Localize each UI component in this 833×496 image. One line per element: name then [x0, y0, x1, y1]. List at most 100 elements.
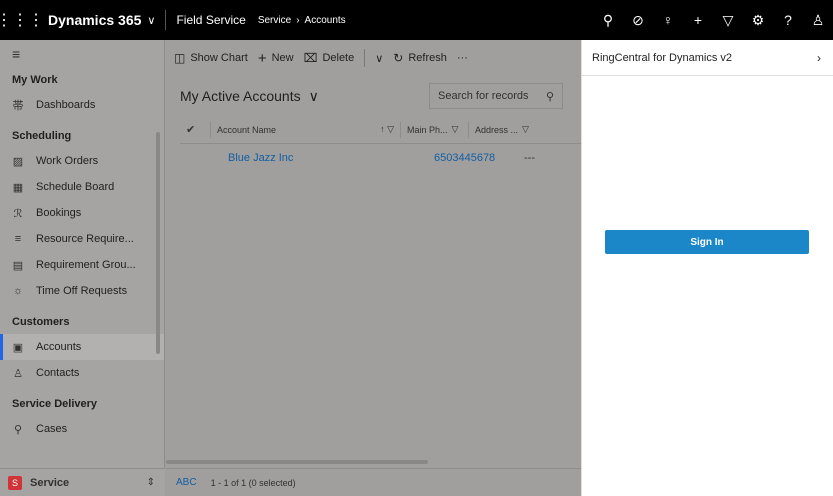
trash-icon: ⌧: [303, 51, 318, 65]
refresh-icon: ↻: [393, 51, 404, 65]
sidebar-item-requirement-groups[interactable]: ▤ Requirement Grou...: [0, 252, 164, 278]
sort-ascending-icon: ↑ ▽: [380, 124, 394, 134]
divider: [165, 10, 167, 30]
requirement-group-icon: ▤: [12, 259, 24, 272]
sidebar-item-label: Contacts: [36, 367, 80, 379]
app-title[interactable]: Dynamics 365 ∨: [48, 12, 155, 28]
alpha-filter[interactable]: ABC: [176, 477, 197, 488]
contacts-icon: ♙: [13, 367, 23, 380]
table-row[interactable]: Blue Jazz Inc 6503445678 ---: [180, 144, 581, 172]
panel-title: RingCentral for Dynamics v2: [592, 51, 732, 64]
column-main-phone[interactable]: Main Ph... ▽: [400, 121, 468, 138]
sidebar-item-label: Accounts: [36, 341, 82, 353]
chevron-down-icon: ∨: [308, 87, 319, 104]
side-panel: RingCentral for Dynamics v2 › Sign In: [581, 40, 833, 496]
sidebar-item-time-off-requests[interactable]: ☼ Time Off Requests: [0, 278, 164, 304]
record-count: 1 - 1 of 1 (0 selected): [210, 477, 296, 488]
view-header: My Active Accounts ∨ Search for records …: [166, 76, 581, 116]
view-title: My Active Accounts: [180, 88, 301, 104]
section-my-work: My Work: [12, 74, 58, 86]
area-switcher-label: Service: [30, 476, 70, 489]
column-label: Account Name: [217, 124, 277, 135]
chevron-right-icon[interactable]: ›: [817, 51, 821, 65]
main-content: ◫ Show Chart + New ⌧ Delete ∨ ↻ Refresh …: [166, 40, 581, 496]
sidebar-item-label: Bookings: [36, 207, 82, 219]
sidebar-item-label: Requirement Grou...: [36, 259, 136, 271]
refresh-label: Refresh: [408, 52, 447, 64]
chevron-down-icon[interactable]: ∨: [375, 52, 383, 65]
horizontal-scrollbar[interactable]: [166, 460, 428, 464]
plus-icon[interactable]: +: [683, 0, 713, 40]
breadcrumb-accounts[interactable]: Accounts: [305, 15, 346, 26]
sign-in-button[interactable]: Sign In: [605, 230, 809, 254]
search-icon[interactable]: ⚲: [593, 0, 623, 40]
sidebar-item-schedule-board[interactable]: ▦ Schedule Board: [0, 174, 164, 200]
cases-icon: ⚲: [13, 423, 23, 436]
app-name: Dynamics 365: [48, 12, 142, 28]
column-address[interactable]: Address ... ▽: [468, 121, 534, 138]
grid-footer: ABC 1 - 1 of 1 (0 selected): [166, 468, 581, 496]
sidebar-item-label: Dashboards: [36, 99, 96, 111]
calendar-icon: ▦: [12, 181, 24, 194]
app-shell: ≡ My Work 帯 Dashboards Scheduling ▨ Work…: [0, 40, 581, 496]
column-account-name[interactable]: Account Name ↑ ▽: [210, 121, 400, 138]
sidebar-item-bookings[interactable]: ℛ Bookings: [0, 200, 164, 226]
command-bar: ◫ Show Chart + New ⌧ Delete ∨ ↻ Refresh …: [166, 40, 581, 76]
refresh-button[interactable]: ↻ Refresh: [393, 51, 447, 65]
accounts-icon: ▣: [12, 341, 24, 354]
sidebar-item-resource-requirements[interactable]: ≡ Resource Require...: [0, 226, 164, 252]
app-launcher-icon[interactable]: ⋮⋮⋮: [0, 0, 44, 40]
help-icon[interactable]: ?: [773, 0, 803, 40]
address-cell: ---: [524, 152, 535, 164]
area-badge: S: [8, 475, 22, 490]
bookings-icon: ℛ: [13, 207, 23, 220]
filter-icon: ▽: [522, 124, 529, 134]
new-button[interactable]: + New: [258, 50, 294, 67]
sidebar-item-label: Work Orders: [36, 155, 99, 167]
phone-link[interactable]: 6503445678: [400, 152, 512, 164]
resource-requirement-icon: ≡: [14, 233, 22, 245]
chevron-down-icon: ∨: [147, 14, 156, 27]
grid-header: ✔ Account Name ↑ ▽ Main Ph... ▽ Address …: [180, 116, 581, 144]
lightbulb-icon[interactable]: ♀: [653, 0, 683, 40]
more-commands-button[interactable]: ···: [457, 52, 468, 64]
sidebar-item-work-orders[interactable]: ▨ Work Orders: [0, 148, 164, 174]
show-chart-button[interactable]: ◫ Show Chart: [174, 51, 248, 65]
task-icon[interactable]: ⊘: [623, 0, 653, 40]
delete-button[interactable]: ⌧ Delete: [304, 51, 355, 65]
gear-icon[interactable]: ⚙: [743, 0, 773, 40]
sidebar-item-label: Cases: [36, 423, 68, 435]
section-service-delivery: Service Delivery: [12, 398, 98, 410]
select-all-checkbox[interactable]: ✔: [180, 123, 210, 136]
time-off-icon: ☼: [12, 285, 24, 297]
breadcrumb: Service › Accounts: [258, 15, 346, 26]
sidebar-item-cases[interactable]: ⚲ Cases: [0, 416, 164, 442]
chevron-updown-icon: ⇕: [146, 477, 155, 488]
plus-icon: +: [257, 49, 267, 67]
section-customers: Customers: [12, 316, 70, 328]
sidebar-item-label: Resource Require...: [36, 233, 134, 245]
search-input[interactable]: Search for records ⚲: [429, 83, 563, 109]
breadcrumb-service[interactable]: Service: [258, 15, 291, 26]
sidebar-item-contacts[interactable]: ♙ Contacts: [0, 360, 164, 386]
hamburger-icon[interactable]: ≡: [0, 40, 164, 68]
sidebar-item-label: Time Off Requests: [36, 285, 128, 297]
top-nav-bar: ⋮⋮⋮ Dynamics 365 ∨ Field Service Service…: [0, 0, 833, 40]
sidebar-item-accounts[interactable]: ▣ Accounts: [0, 334, 164, 360]
column-label: Address ...: [475, 124, 519, 135]
new-label: New: [271, 52, 294, 64]
sidebar-scrollbar[interactable]: [156, 132, 160, 354]
user-icon[interactable]: ♙: [803, 0, 833, 40]
search-icon[interactable]: ⚲: [546, 90, 554, 103]
section-scheduling: Scheduling: [12, 130, 72, 142]
work-order-icon: ▨: [12, 155, 24, 168]
sidebar-item-label: Schedule Board: [36, 181, 115, 193]
sitemap-sidebar: ≡ My Work 帯 Dashboards Scheduling ▨ Work…: [0, 40, 165, 496]
view-selector[interactable]: My Active Accounts ∨: [180, 88, 319, 105]
panel-header: RingCentral for Dynamics v2 ›: [582, 40, 833, 76]
area-switcher[interactable]: S Service ⇕: [0, 468, 165, 496]
show-chart-label: Show Chart: [190, 52, 248, 64]
filter-icon[interactable]: ▽: [713, 0, 743, 40]
account-name-link[interactable]: Blue Jazz Inc: [210, 152, 400, 164]
sidebar-item-dashboards[interactable]: 帯 Dashboards: [0, 92, 164, 118]
